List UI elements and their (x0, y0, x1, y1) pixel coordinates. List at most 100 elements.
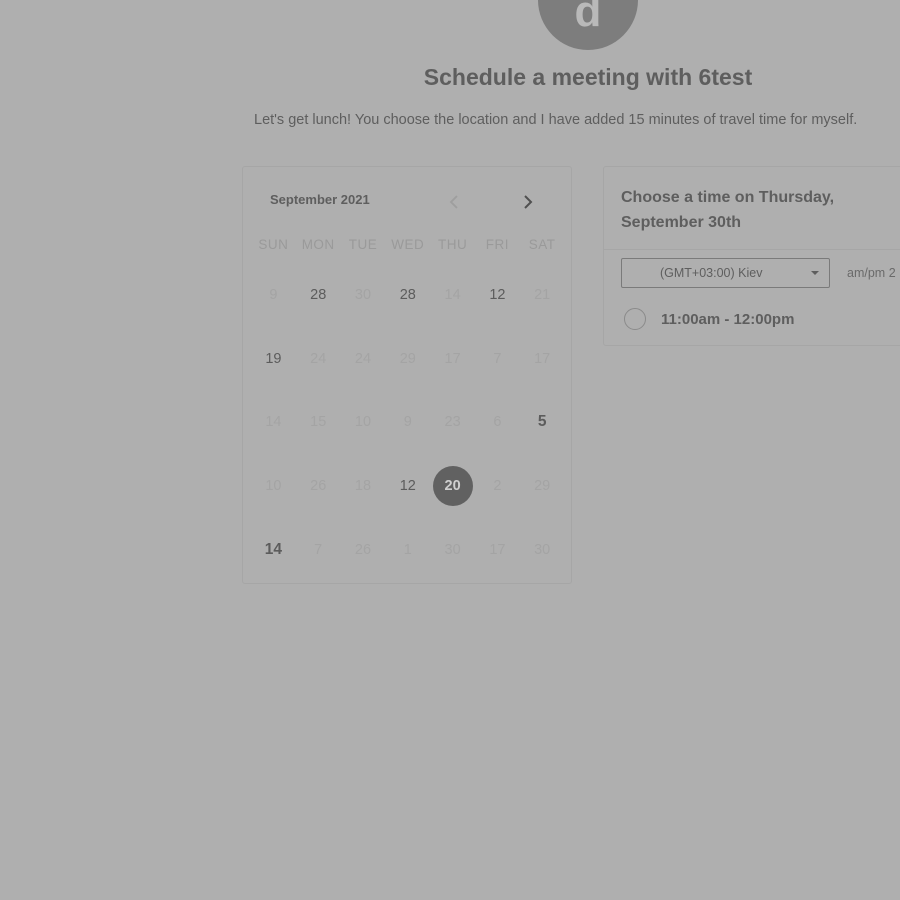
ampm-toggle[interactable]: am/pm 2 (847, 266, 896, 280)
weekday-label: MON (301, 237, 335, 252)
calendar-day-number: 19 (265, 350, 282, 367)
calendar-day-number: 15 (310, 414, 327, 431)
time-slot-label: 11:00am - 12:00pm (661, 310, 795, 328)
calendar-day-number: 7 (314, 542, 323, 559)
calendar-day: 30 (341, 263, 386, 327)
calendar-day-number: 21 (534, 286, 551, 303)
calendar-day: 1 (385, 518, 430, 582)
calendar-day[interactable]: 28 (385, 263, 430, 327)
calendar-day-number: 9 (269, 286, 278, 303)
calendar-day-number: 12 (489, 286, 506, 303)
calendar-day-number: 5 (537, 413, 547, 431)
calendar-day-number: 30 (534, 542, 551, 559)
calendar-day: 14 (251, 391, 296, 455)
calendar-day: 21 (520, 263, 565, 327)
calendar-day-number: 6 (493, 414, 502, 431)
timezone-value: (GMT+03:00) Kiev (660, 266, 763, 280)
weekday-label: TUE (348, 237, 378, 252)
calendar-day[interactable]: 12 (385, 454, 430, 518)
calendar-day: 14 (430, 263, 475, 327)
calendar-day-number: 17 (444, 350, 461, 367)
calendar-day-number: 17 (489, 542, 506, 559)
calendar-day-number: 12 (399, 478, 416, 495)
weekday-label: SAT (528, 237, 556, 252)
calendar-day-number: 29 (534, 478, 551, 495)
calendar-day: 29 (385, 327, 430, 391)
calendar-day: 15 (296, 391, 341, 455)
calendar-day[interactable]: 14 (251, 518, 296, 582)
time-slot[interactable]: 11:00am - 12:00pm (624, 308, 794, 330)
calendar-week: 9 28 30 28 14 12 21 (251, 263, 565, 327)
calendar-week: 14 7 26 1 30 17 30 (251, 518, 565, 582)
calendar-day-number: 23 (444, 414, 461, 431)
calendar-day: 9 (385, 391, 430, 455)
calendar-day-number: 24 (354, 350, 372, 367)
calendar-day: 26 (341, 518, 386, 582)
radio-circle-icon[interactable] (624, 308, 646, 330)
calendar-day: 2 (475, 454, 520, 518)
calendar-day-number: 29 (399, 350, 416, 367)
weekday-label: WED (391, 237, 425, 252)
calendar-day-number: 28 (399, 286, 416, 303)
page-title: Schedule a meeting with 6test (423, 64, 753, 90)
calendar-day: 29 (520, 454, 565, 518)
calendar-day-number: 9 (403, 414, 412, 431)
calendar-day[interactable]: 12 (475, 263, 520, 327)
calendar-day: 17 (520, 327, 565, 391)
calendar-day-selected[interactable]: 20 (430, 454, 475, 518)
calendar-day: 9 (251, 263, 296, 327)
caret-down-icon (811, 271, 819, 275)
calendar-day-number: 14 (264, 541, 283, 559)
weekday-label: THU (437, 237, 468, 252)
month-label: September 2021 (270, 192, 370, 207)
prev-month-button[interactable] (446, 193, 464, 211)
calendar-day-number: 14 (444, 286, 461, 303)
calendar-week: 14 15 10 9 23 6 5 (251, 391, 565, 455)
calendar-week: 10 26 18 12 20 2 29 (251, 454, 565, 518)
calendar-day-number: 26 (354, 542, 372, 559)
divider (604, 249, 900, 250)
calendar-day-number: 20 (432, 466, 473, 507)
time-picker-panel: Choose a time on Thursday, September 30t… (603, 166, 900, 346)
calendar-day: 17 (475, 518, 520, 582)
calendar-day: 24 (296, 327, 341, 391)
calendar-day-number: 10 (265, 478, 282, 495)
calendar-day: 7 (296, 518, 341, 582)
time-picker-heading: Choose a time on Thursday, September 30t… (621, 189, 835, 231)
calendar-day: 30 (430, 518, 475, 582)
calendar-day-number: 17 (534, 350, 551, 367)
calendar-day[interactable]: 19 (251, 327, 296, 391)
weekday-header: SUN MON TUE WED THU FRI SAT (251, 237, 565, 252)
calendar-day-number: 28 (310, 286, 327, 303)
calendar-day-number: 14 (265, 414, 282, 431)
weekday-label: SUN (258, 237, 289, 252)
chevron-left-icon (449, 195, 458, 209)
calendar-day: 18 (341, 454, 386, 518)
calendar-day-number: 24 (310, 350, 327, 367)
calendar-day[interactable]: 28 (296, 263, 341, 327)
calendar-day[interactable]: 5 (520, 391, 565, 455)
ampm-label: am/pm (847, 266, 886, 280)
calendar-day: 23 (430, 391, 475, 455)
calendar-day-number: 30 (354, 286, 372, 303)
calendar-day-number: 26 (310, 478, 327, 495)
avatar-initial: d (574, 0, 602, 36)
chevron-right-icon (524, 195, 533, 209)
calendar: September 2021 SUN MON TUE WED THU FRI SAT 9 28… (242, 166, 572, 584)
next-month-button[interactable] (519, 193, 537, 211)
calendar-day: 17 (430, 327, 475, 391)
ampm-value: 2 (888, 266, 896, 280)
weekday-label: FRI (485, 237, 509, 252)
calendar-day: 26 (296, 454, 341, 518)
day-grid: 9 28 30 28 14 12 21 19 24 24 29 17 7 17 14 15 10 9 23 6 5 10 2… (251, 263, 565, 582)
calendar-day-number: 30 (444, 542, 461, 559)
calendar-day: 10 (251, 454, 296, 518)
event-description: Let's get lunch! You choose the location… (254, 112, 858, 128)
calendar-day-number: 2 (493, 478, 502, 495)
calendar-day-number: 1 (403, 542, 412, 559)
timezone-select[interactable]: (GMT+03:00) Kiev (621, 258, 830, 288)
calendar-day-number: 7 (493, 350, 502, 367)
calendar-day: 24 (341, 327, 386, 391)
host-avatar: d (538, 0, 638, 50)
calendar-day-number: 10 (354, 414, 372, 431)
